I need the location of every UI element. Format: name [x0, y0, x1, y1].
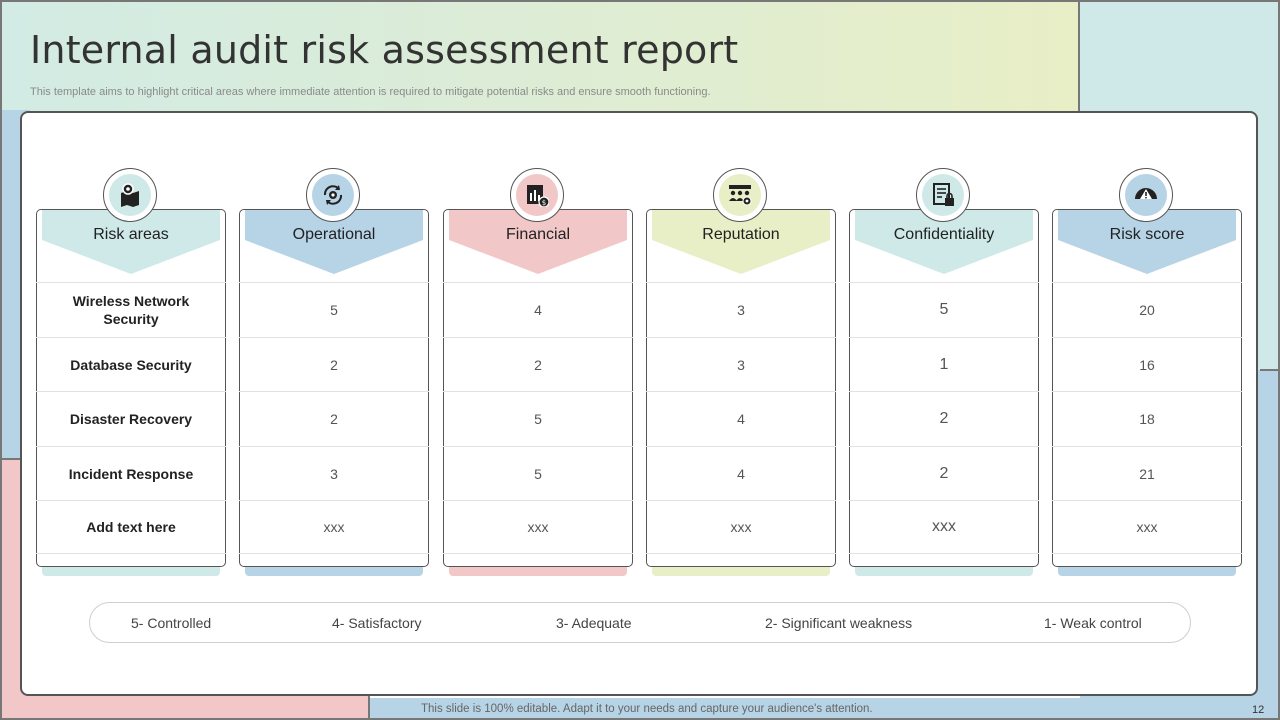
column-risk-areas: Risk areas Wireless Network Security Datab…	[36, 168, 226, 576]
gear-cycle-icon	[312, 174, 354, 216]
table-cell: 4	[646, 391, 836, 445]
row-label: Database Security	[36, 337, 226, 391]
row-label: Incident Response	[36, 446, 226, 500]
table-cell: 3	[646, 282, 836, 336]
column-base-bar	[449, 567, 627, 576]
financial-chart-icon: $	[516, 174, 558, 216]
map-pin-icon	[109, 174, 151, 216]
gauge-warning-icon	[1125, 174, 1167, 216]
table-cell: xxx	[239, 500, 429, 554]
table-cell: 5	[239, 282, 429, 336]
column-confidentiality: Confidentiality 5 1 2 2 xxx	[849, 168, 1039, 576]
column-base-bar	[245, 567, 423, 576]
legend-item-significant-weakness: 2- Significant weakness	[765, 615, 913, 631]
table-cell: 3	[239, 446, 429, 500]
table-cell: xxx	[646, 500, 836, 554]
column-icon-badge	[713, 168, 767, 222]
table-cell: 3	[646, 337, 836, 391]
table-cell: 1	[849, 337, 1039, 391]
table-cell: xxx	[849, 500, 1039, 554]
column-base-bar	[42, 567, 220, 576]
svg-text:$: $	[542, 199, 546, 207]
column-icon-badge	[1119, 168, 1173, 222]
footer-note: This slide is 100% editable. Adapt it to…	[421, 703, 873, 715]
table-cell: 5	[443, 446, 633, 500]
column-operational: Operational 5 2 2 3 xxx	[239, 168, 429, 576]
column-base-bar	[855, 567, 1033, 576]
row-label: Wireless Network Security	[36, 282, 226, 336]
legend-item-controlled: 5- Controlled	[131, 615, 212, 631]
column-header-label: Risk areas	[93, 226, 169, 243]
column-header-label: Financial	[505, 226, 571, 243]
table-cell: 5	[849, 282, 1039, 336]
column-icon-badge: $	[510, 168, 564, 222]
column-risk-score: Risk score 20 16 18 21 xxx	[1052, 168, 1242, 576]
row-label: Disaster Recovery	[36, 391, 226, 445]
table-cell: 2	[849, 446, 1039, 500]
legend-item-weak-control: 1- Weak control	[1044, 615, 1142, 631]
column-base-bar	[1058, 567, 1236, 576]
people-network-icon	[719, 174, 761, 216]
column-header-label: Reputation	[702, 226, 780, 243]
legend-item-satisfactory: 4- Satisfactory	[332, 615, 422, 631]
column-icon-badge	[103, 168, 157, 222]
row-label: Add text here	[36, 500, 226, 554]
column-reputation: Reputation 3 3 4 4 xxx	[646, 168, 836, 576]
table-cell: 2	[239, 391, 429, 445]
legend-item-adequate: 3- Adequate	[556, 615, 632, 631]
page-subtitle: This template aims to highlight critical…	[30, 86, 711, 98]
rating-legend: 5- Controlled 4- Satisfactory 3- Adequat…	[89, 602, 1191, 643]
table-cell: 18	[1052, 391, 1242, 445]
table-cell: 20	[1052, 282, 1242, 336]
column-header-label: Confidentiality	[893, 226, 995, 243]
column-financial: Financial $4 2 5 5 xxx	[443, 168, 633, 576]
lock-document-icon	[922, 174, 964, 216]
table-cell: 4	[646, 446, 836, 500]
column-base-bar	[652, 567, 830, 576]
table-cell: 2	[443, 337, 633, 391]
table-cell: 4	[443, 282, 633, 336]
table-cell: 2	[239, 337, 429, 391]
table-cell: 2	[849, 391, 1039, 445]
column-header-label: Operational	[292, 226, 376, 243]
table-cell: 16	[1052, 337, 1242, 391]
page-title: Internal audit risk assessment report	[30, 28, 739, 72]
table-cell: 5	[443, 391, 633, 445]
column-header-label: Risk score	[1109, 226, 1185, 243]
column-icon-badge	[306, 168, 360, 222]
page-number: 12	[1252, 704, 1265, 716]
table-cell: xxx	[1052, 500, 1242, 554]
table-cell: 21	[1052, 446, 1242, 500]
column-icon-badge	[916, 168, 970, 222]
table-cell: xxx	[443, 500, 633, 554]
